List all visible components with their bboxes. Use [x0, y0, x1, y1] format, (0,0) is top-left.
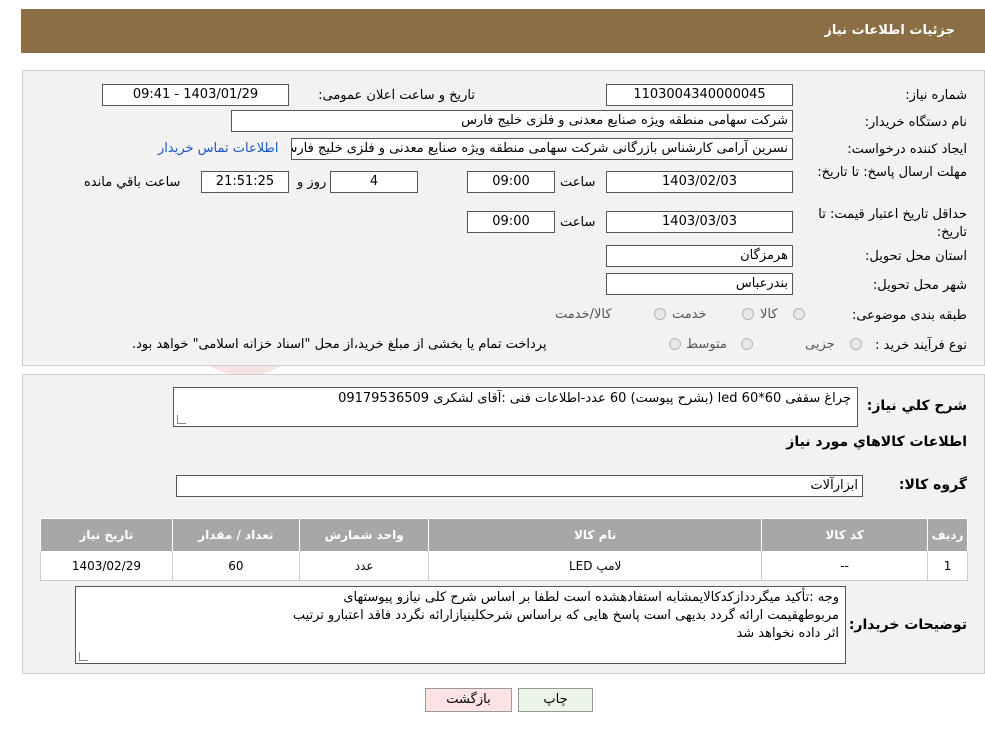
- notes-label: توضیحات خریدار:: [848, 617, 967, 633]
- radio-category-goods[interactable]: [793, 308, 805, 320]
- col-unit: واحد شمارش: [298, 518, 430, 552]
- deadline-date-field[interactable]: 1403/02/03: [606, 171, 793, 193]
- table-header-row: رديف کد کالا نام کالا واحد شمارش تعداد /…: [40, 518, 968, 552]
- back-button[interactable]: بازگشت: [425, 688, 512, 712]
- province-field[interactable]: هرمزگان: [606, 245, 793, 267]
- radio-process-minor[interactable]: [850, 338, 862, 350]
- need-number-field[interactable]: 1103004340000045: [606, 84, 793, 106]
- print-button[interactable]: چاپ: [518, 688, 593, 712]
- process-medium-label: متوسط: [686, 337, 727, 352]
- description-label: شرح کلي نياز:: [866, 398, 967, 414]
- city-label: شهر محل تحویل:: [872, 278, 967, 293]
- radio-category-goods-service[interactable]: [654, 308, 666, 320]
- notes-textarea[interactable]: وجه :تأکید میگرددازکدکالایمشابه استفادهش…: [75, 586, 846, 664]
- checkbox-treasury[interactable]: [669, 338, 681, 350]
- days-field[interactable]: 4: [330, 171, 418, 193]
- group-field[interactable]: ابزارآلات: [176, 475, 863, 497]
- validity-label: حداقل تاریخ اعتبار قیمت: تا تاریخ:: [818, 207, 967, 240]
- cell-row-number: 1: [927, 551, 968, 581]
- buyer-contact-link[interactable]: اطلاعات تماس خریدار: [158, 141, 278, 156]
- notes-line-1: وجه :تأکید میگرددازکدکالایمشابه استفادهش…: [343, 590, 839, 605]
- validity-date-field[interactable]: 1403/03/03: [606, 211, 793, 233]
- cell-need-date: 1403/02/29: [40, 551, 173, 581]
- page-title: جزئیات اطلاعات نیاز: [824, 23, 955, 38]
- items-section-title: اطلاعات کالاهاي مورد نياز: [786, 434, 967, 450]
- category-goods-service-label: کالا/خدمت: [555, 307, 612, 322]
- days-label: روز و: [297, 175, 327, 190]
- resize-grip-icon[interactable]: [177, 415, 186, 424]
- items-table: رديف کد کالا نام کالا واحد شمارش تعداد /…: [40, 518, 968, 581]
- process-note: پرداخت تمام یا بخشی از مبلغ خرید،از محل …: [132, 337, 547, 352]
- announce-field[interactable]: 1403/01/29 - 09:41: [102, 84, 289, 106]
- remaining-time-field[interactable]: 21:51:25: [201, 171, 289, 193]
- deadline-label: مهلت ارسال پاسخ: تا تاریخ:: [817, 165, 967, 180]
- description-textarea[interactable]: چراغ سقفی 60*60 led (بشرح پیوست) 60 عدد-…: [173, 387, 858, 427]
- category-service-label: خدمت: [672, 307, 707, 322]
- col-need-date: تاریخ نیاز: [40, 518, 173, 552]
- col-item-name: نام کالا: [428, 518, 763, 552]
- buyer-field[interactable]: شرکت سهامی منطقه ویژه صنایع معدنی و فلزی…: [231, 110, 793, 132]
- radio-category-service[interactable]: [742, 308, 754, 320]
- validity-time-field[interactable]: 09:00: [467, 211, 555, 233]
- resize-grip-icon[interactable]: [79, 652, 88, 661]
- col-quantity: تعداد / مقدار: [171, 518, 300, 552]
- group-label: گروه کالا:: [898, 477, 967, 493]
- validity-time-label: ساعت: [560, 215, 596, 230]
- col-item-code: کد کالا: [761, 518, 929, 552]
- cell-item-code: --: [761, 551, 929, 581]
- deadline-time-label: ساعت: [560, 175, 596, 190]
- buyer-label: نام دستگاه خریدار:: [864, 115, 967, 130]
- need-number-label: شماره نیاز:: [905, 88, 967, 103]
- cell-item-name: لامپ LED: [428, 551, 763, 581]
- radio-process-medium[interactable]: [741, 338, 753, 350]
- announce-label: تاریخ و ساعت اعلان عمومی:: [318, 88, 475, 103]
- notes-line-2: مربوطهقیمت ارائه گردد بدیهی است پاسخ های…: [292, 608, 839, 623]
- col-row-number: رديف: [927, 518, 968, 552]
- process-label: نوع فرآیند خرید :: [875, 338, 967, 353]
- category-goods-label: کالا: [760, 307, 778, 322]
- cell-quantity: 60: [171, 551, 300, 581]
- city-field[interactable]: بندرعباس: [606, 273, 793, 295]
- page-header: جزئیات اطلاعات نیاز: [21, 9, 985, 53]
- creator-label: ایجاد کننده درخواست:: [847, 142, 967, 157]
- remaining-label: ساعت باقي مانده: [84, 175, 181, 190]
- category-label: طبقه بندی موضوعی:: [851, 308, 967, 323]
- notes-line-3: اثر داده نخواهد شد: [736, 626, 839, 641]
- table-row[interactable]: 1 -- لامپ LED عدد 60 1403/02/29: [40, 551, 968, 581]
- description-text: چراغ سقفی 60*60 led (بشرح پیوست) 60 عدد-…: [338, 391, 851, 406]
- cell-unit: عدد: [298, 551, 430, 581]
- province-label: استان محل تحویل:: [865, 249, 967, 264]
- creator-field[interactable]: نسرین آرامی کارشناس بازرگانی شرکت سهامی …: [291, 138, 793, 160]
- process-minor-label: جزیی: [805, 337, 835, 352]
- deadline-time-field[interactable]: 09:00: [467, 171, 555, 193]
